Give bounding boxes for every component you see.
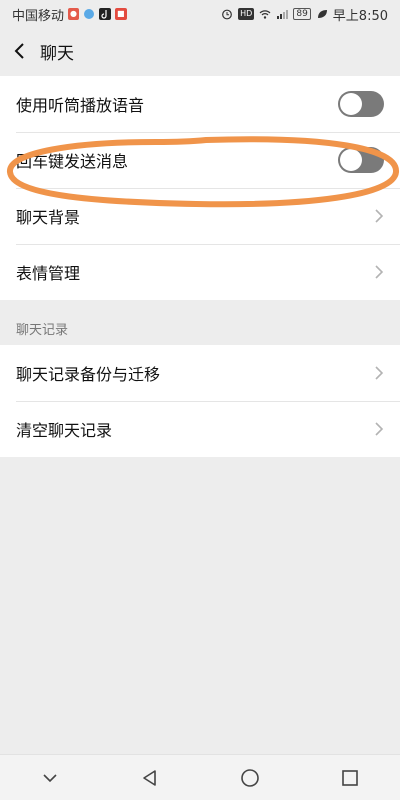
nav-hide-button[interactable]	[30, 758, 70, 798]
hd-badge: HD	[238, 8, 255, 20]
backup-migrate-row[interactable]: 聊天记录备份与迁移	[0, 345, 400, 401]
emoji-management-row[interactable]: 表情管理	[0, 244, 400, 300]
chevron-right-icon	[375, 265, 384, 279]
chat-background-label: 聊天背景	[16, 208, 81, 227]
toggle-knob	[340, 149, 362, 171]
earpiece-voice-toggle[interactable]	[338, 91, 384, 117]
toggle-knob	[340, 93, 362, 115]
carrier-label: 中国移动	[12, 8, 65, 24]
enter-send-label: 回车键发送消息	[16, 152, 129, 171]
backup-migrate-label: 聊天记录备份与迁移	[16, 365, 161, 384]
clear-history-row[interactable]: 清空聊天记录	[0, 401, 400, 457]
row-right	[338, 147, 384, 173]
chevron-right-icon	[375, 366, 384, 380]
enter-send-toggle[interactable]	[338, 147, 384, 173]
enter-send-row[interactable]: 回车键发送消息	[0, 132, 400, 188]
chat-history-group: 聊天记录备份与迁移 清空聊天记录	[0, 345, 400, 457]
earpiece-voice-row[interactable]: 使用听筒播放语音	[0, 76, 400, 132]
status-left: 中国移动 ● ■	[12, 5, 127, 24]
nav-recent-button[interactable]	[330, 758, 370, 798]
page-title: 聊天	[40, 43, 74, 64]
nav-home-button[interactable]	[230, 758, 270, 798]
app-circle-icon	[84, 9, 94, 19]
triangle-back-icon	[143, 769, 156, 786]
news-badge-icon: ■	[115, 8, 127, 20]
row-right	[338, 91, 384, 117]
tiktok-icon	[99, 8, 111, 20]
nav-back-button[interactable]	[130, 758, 170, 798]
chevron-right-icon	[375, 209, 384, 223]
system-nav-bar	[0, 754, 400, 800]
emoji-management-label: 表情管理	[16, 264, 81, 283]
back-button[interactable]	[0, 28, 40, 74]
chat-settings-group: 使用听筒播放语音 回车键发送消息 聊天背景 表情管理	[0, 76, 400, 300]
circle-home-icon	[241, 768, 259, 787]
signal-icon	[277, 10, 289, 19]
row-right	[374, 421, 384, 437]
chevron-down-icon	[43, 773, 57, 782]
clear-history-label: 清空聊天记录	[16, 421, 113, 440]
chevron-right-icon	[375, 422, 384, 436]
earpiece-voice-label: 使用听筒播放语音	[16, 96, 145, 115]
row-right	[374, 365, 384, 381]
chat-background-row[interactable]: 聊天背景	[0, 188, 400, 244]
alarm-icon	[222, 9, 233, 20]
status-bar: 中国移动 ● ■ HD 89 早上8:50	[0, 0, 400, 28]
leaf-icon	[317, 10, 327, 18]
battery-indicator: 89	[293, 8, 311, 20]
row-right	[374, 264, 384, 280]
status-right: HD 89 早上8:50	[221, 5, 388, 24]
wifi-icon	[259, 10, 271, 19]
chevron-left-icon	[14, 43, 24, 59]
top-header: 聊天	[0, 28, 400, 74]
row-right	[374, 208, 384, 224]
clock: 早上8:50	[332, 8, 388, 24]
app-badge-icon: ●	[68, 8, 79, 20]
square-recent-icon	[342, 769, 358, 786]
